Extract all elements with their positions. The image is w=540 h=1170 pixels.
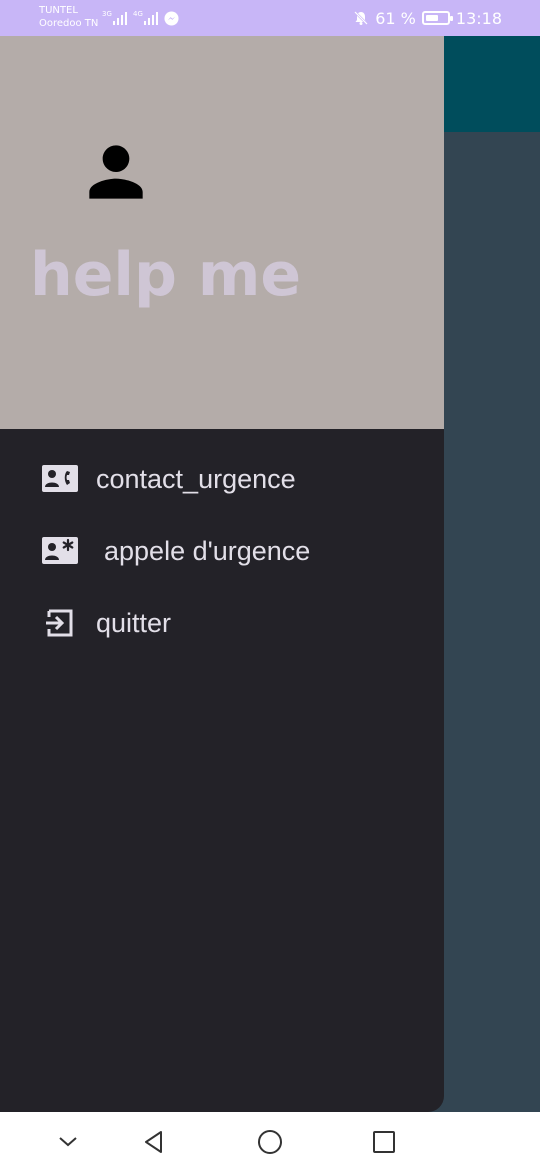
menu-item-appele-urgence[interactable]: appele d'urgence [0,516,444,588]
messenger-icon [164,11,179,26]
back-icon[interactable] [140,1128,168,1156]
carrier-info: TUNTEL Ooredoo TN [39,4,98,30]
home-icon[interactable] [256,1128,284,1156]
navigation-drawer: help me contact_urgence appele d'urgence… [0,36,444,1112]
system-navigation-bar [0,1112,540,1170]
menu-item-contact-urgence[interactable]: contact_urgence [0,444,444,516]
battery-level [425,15,438,21]
recents-icon[interactable] [370,1128,398,1156]
status-bar: TUNTEL Ooredoo TN 3G 4G 61 % 13:18 [0,0,540,36]
menu-item-label: quitter [96,608,172,638]
battery-percent: 61 % [375,8,416,28]
drawer-header: help me [0,36,444,429]
menu-item-label: appele d'urgence [104,536,311,566]
person-icon [89,145,143,199]
bell-off-icon [354,11,369,25]
battery-icon [421,11,453,25]
drawer-scrim[interactable] [444,36,540,1112]
menu-item-quitter[interactable]: quitter [0,588,444,660]
contact-emergency-icon [42,537,78,564]
exit-icon [46,609,73,637]
status-right: 61 % 13:18 [353,7,502,29]
signal-bars-icon [113,12,127,25]
signal-type-2: 4G [133,10,143,18]
clock: 13:18 [455,8,502,28]
drawer-menu: contact_urgence appele d'urgence quitter [0,444,444,660]
signal-bars-icon [144,12,158,25]
chevron-down-icon[interactable] [54,1128,82,1156]
carrier-line-2: Ooredoo TN [39,18,99,29]
menu-item-label: contact_urgence [96,464,296,494]
carrier-line-1: TUNTEL [39,5,78,16]
signal-type-1: 3G [102,10,112,18]
contact-phone-icon [42,465,78,492]
drawer-header-title: help me [30,240,302,310]
